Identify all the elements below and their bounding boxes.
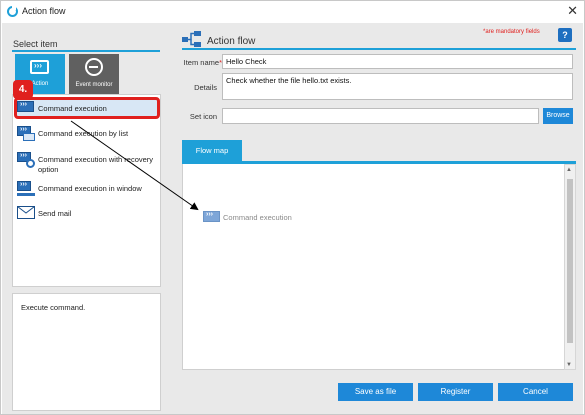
list-item-label: Command execution with recovery option — [38, 155, 154, 174]
command-window-icon — [17, 181, 37, 196]
tab-event-monitor-label: Event monitor — [75, 82, 113, 88]
mandatory-note: *are mandatory fields — [483, 29, 540, 35]
command-execution-icon — [17, 101, 37, 116]
browse-button[interactable]: Browse — [543, 108, 573, 124]
list-item-command-execution-recovery[interactable]: Command execution with recovery option — [15, 149, 159, 177]
action-flow-window: Action flow ✕ Select item Action Event m… — [0, 0, 585, 415]
close-icon[interactable]: ✕ — [567, 3, 578, 19]
flow-tree-icon — [182, 31, 202, 47]
select-item-heading: Select item — [13, 39, 58, 49]
command-recovery-icon — [17, 152, 37, 168]
list-item-label: Send mail — [38, 209, 72, 218]
tab-flow-map[interactable]: Flow map — [182, 140, 242, 162]
list-item-label: Command execution by list — [38, 129, 129, 138]
list-item-send-mail[interactable]: Send mail — [15, 203, 159, 224]
heartbeat-monitor-icon — [85, 58, 103, 76]
divider — [12, 50, 160, 52]
list-item-label: Command execution — [38, 104, 107, 113]
flow-node-label: Command execution — [223, 213, 292, 222]
vertical-scrollbar[interactable]: ▲ ▼ — [564, 164, 576, 370]
description-text: Execute command. — [21, 303, 86, 312]
list-item-label: Command execution in window — [38, 184, 142, 193]
set-icon-input[interactable] — [222, 108, 539, 124]
cancel-button[interactable]: Cancel — [498, 383, 573, 401]
item-name-label-text: Item name — [183, 58, 220, 67]
command-list-icon — [17, 126, 37, 141]
list-item-command-execution[interactable]: Command execution — [15, 98, 159, 119]
item-name-input[interactable]: Hello Check — [222, 54, 573, 69]
flow-map-canvas[interactable] — [182, 164, 564, 370]
register-button[interactable]: Register — [418, 383, 493, 401]
tab-event-monitor[interactable]: Event monitor — [69, 54, 119, 94]
description-panel: Execute command. — [12, 293, 161, 411]
scroll-up-icon[interactable]: ▲ — [566, 167, 572, 173]
app-refresh-icon — [7, 6, 18, 17]
step-badge: 4. — [13, 80, 33, 99]
panel-title: Action flow — [207, 36, 256, 47]
item-list: Command execution Command execution by l… — [12, 94, 161, 287]
command-window-icon — [30, 60, 49, 74]
window-title: Action flow — [22, 6, 66, 16]
save-as-file-button[interactable]: Save as file — [338, 383, 413, 401]
list-item-command-execution-by-list[interactable]: Command execution by list — [15, 123, 159, 144]
list-item-command-execution-window[interactable]: Command execution in window — [15, 178, 159, 199]
details-textarea[interactable]: Check whether the file hello.txt exists. — [222, 73, 573, 100]
help-button[interactable]: ? — [558, 28, 572, 42]
title-bar: Action flow ✕ — [1, 1, 584, 23]
client-area: Select item Action Event monitor Command… — [2, 23, 583, 414]
scroll-down-icon[interactable]: ▼ — [566, 362, 572, 368]
mail-icon — [17, 206, 37, 221]
set-icon-label: Set icon — [189, 112, 217, 121]
scroll-thumb[interactable] — [567, 179, 573, 343]
command-execution-icon — [203, 211, 220, 222]
details-label: Details — [194, 83, 217, 92]
item-name-label: Item name* — [182, 58, 222, 67]
divider — [182, 48, 576, 50]
